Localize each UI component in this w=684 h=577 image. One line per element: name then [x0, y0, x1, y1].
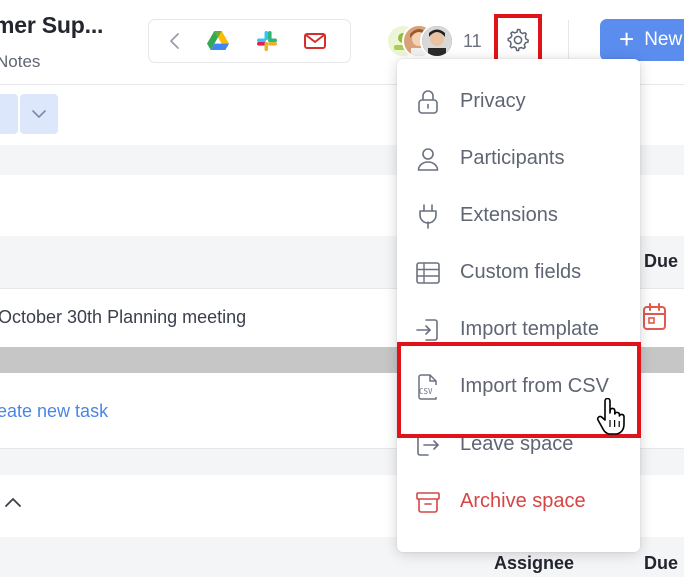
back-button[interactable]	[155, 20, 195, 62]
menu-item-label: Extensions	[460, 204, 558, 226]
lock-icon	[414, 88, 442, 116]
avatar	[420, 24, 454, 58]
menu-item-import-template[interactable]: Import template	[397, 301, 640, 358]
menu-item-label: Participants	[460, 147, 565, 169]
menu-item-extensions[interactable]: Extensions	[397, 187, 640, 244]
gear-icon	[507, 28, 529, 51]
space-subtitle: Notes	[0, 52, 41, 71]
space-title: mer Sup...	[0, 12, 104, 38]
collapse-chevron-up-icon[interactable]	[4, 496, 22, 508]
assignee-column-header: Assignee	[494, 553, 575, 573]
participant-count: 11	[463, 31, 482, 51]
email-button[interactable]	[295, 20, 335, 62]
menu-item-label: Import from CSV	[460, 375, 609, 397]
slack-icon	[257, 31, 277, 51]
menu-item-participants[interactable]: Participants	[397, 130, 640, 187]
settings-menu: Privacy Participants Extensions Custom f…	[397, 59, 640, 552]
plus-icon: +	[619, 24, 635, 54]
menu-item-archive-space[interactable]: Archive space	[397, 473, 640, 530]
new-button-label: New	[644, 29, 683, 50]
new-button[interactable]: + New	[600, 19, 684, 61]
table-icon	[414, 259, 442, 287]
menu-item-label: Import template	[460, 318, 599, 340]
menu-item-label: Custom fields	[460, 261, 582, 283]
integrations-bar	[148, 19, 351, 63]
exit-icon	[414, 431, 442, 459]
due-column-header: Due	[644, 251, 679, 271]
mail-icon	[304, 33, 326, 49]
header-divider	[568, 20, 569, 60]
hand-pointer-cursor-icon	[596, 398, 625, 435]
person-icon	[414, 145, 442, 173]
menu-item-privacy[interactable]: Privacy	[397, 73, 640, 130]
csv-file-icon: CSV	[414, 373, 442, 401]
chevron-down-icon	[32, 110, 46, 118]
import-icon	[414, 316, 442, 344]
participant-avatars[interactable]	[384, 24, 456, 60]
view-button[interactable]	[0, 94, 18, 134]
menu-item-label: Privacy	[460, 90, 526, 112]
menu-item-custom-fields[interactable]: Custom fields	[397, 244, 640, 301]
menu-item-label: Leave space	[460, 433, 574, 455]
settings-button[interactable]	[494, 14, 542, 65]
archive-icon	[414, 488, 442, 516]
task-name[interactable]: October 30th Planning meeting	[0, 307, 246, 328]
person-photo-icon	[422, 26, 452, 56]
view-options-button[interactable]	[20, 94, 58, 134]
menu-item-label: Archive space	[460, 490, 586, 512]
google-drive-icon	[207, 31, 229, 50]
plug-icon	[414, 202, 442, 230]
svg-text:CSV: CSV	[419, 387, 433, 396]
due-column-header: Due	[644, 553, 679, 573]
slack-button[interactable]	[247, 20, 287, 62]
chevron-left-icon	[170, 33, 179, 49]
calendar-icon[interactable]	[642, 302, 670, 332]
google-drive-button[interactable]	[198, 20, 238, 62]
create-task-link[interactable]: eate new task	[0, 401, 108, 422]
